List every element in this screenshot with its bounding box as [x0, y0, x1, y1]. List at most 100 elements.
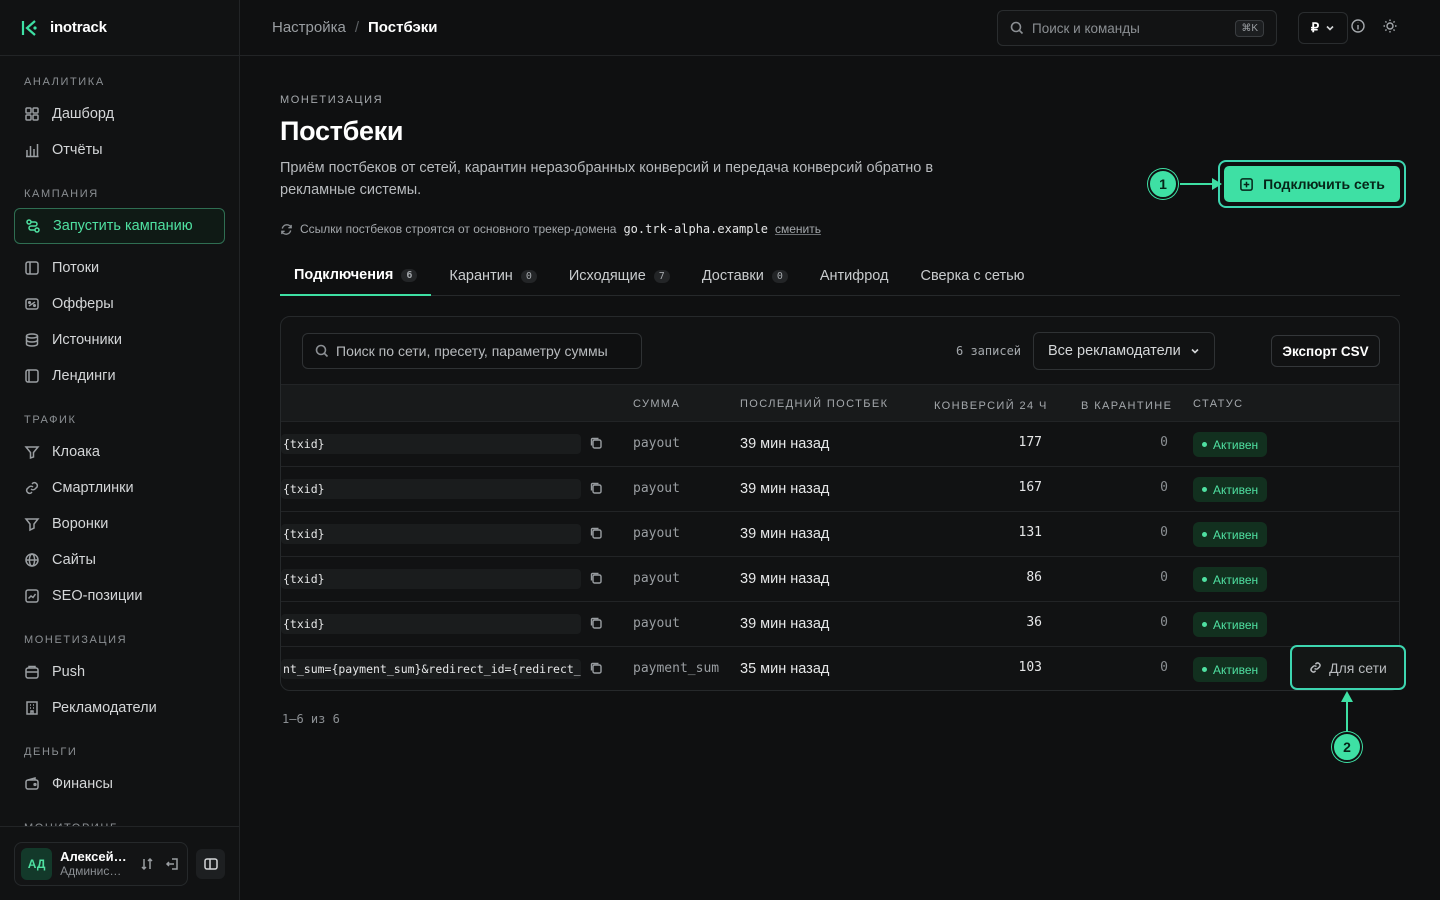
tab-reconciliation[interactable]: Сверка с сетью — [906, 256, 1038, 296]
status-badge: Активен — [1193, 432, 1268, 457]
column-status[interactable]: СТАТУС — [1193, 398, 1243, 410]
table-row[interactable]: {txid} payout 39 мин назад 36 0 Активен — [281, 602, 1399, 647]
conversions-24h: 131 — [1018, 525, 1042, 540]
command-search[interactable]: Поиск и команды ⌘K — [997, 10, 1277, 46]
status-badge: Активен — [1193, 657, 1268, 682]
table-row[interactable]: nt_sum={payment_sum}&redirect_id={redire… — [281, 647, 1399, 690]
page-title: Постбеки — [280, 116, 404, 146]
tab-count: 0 — [771, 269, 788, 283]
copy-icon[interactable] — [589, 526, 605, 542]
sidebar-item-finance[interactable]: Финансы — [14, 766, 225, 802]
sum-param: payout — [633, 526, 680, 541]
tab-count: 0 — [520, 269, 537, 283]
column-last-postback[interactable]: ПОСЛЕДНИЙ ПОСТБЕК — [740, 398, 888, 410]
last-postback: 35 мин назад — [740, 661, 830, 677]
table-search-placeholder: Поиск по сети, пресету, параметру суммы — [336, 343, 608, 359]
postback-url: nt_sum={payment_sum}&redirect_id={redire… — [281, 659, 581, 679]
breadcrumb-parent[interactable]: Настройка — [272, 19, 346, 36]
copy-icon[interactable] — [589, 571, 605, 587]
export-csv-button[interactable]: Экспорт CSV — [1271, 335, 1380, 367]
switch-account-icon[interactable] — [138, 855, 155, 873]
domain-note: Ссылки постбеков строятся от основного т… — [280, 222, 821, 236]
sidebar-item-funnels[interactable]: Воронки — [14, 506, 225, 542]
copy-icon[interactable] — [589, 436, 605, 452]
sidebar-item-label: Офферы — [52, 296, 114, 312]
change-domain-link[interactable]: сменить — [775, 222, 821, 236]
tracker-domain: go.trk-alpha.example — [623, 222, 768, 236]
shortcut-badge: ⌘K — [1235, 19, 1264, 37]
tab-count: 7 — [653, 269, 670, 283]
postback-url: {txid} — [281, 569, 581, 589]
column-quarantine[interactable]: В КАРАНТИНЕ — [1081, 400, 1172, 412]
sidebar-item-streams[interactable]: Потоки — [14, 250, 225, 286]
table-row[interactable]: {txid} payout 39 мин назад 167 0 Активен — [281, 467, 1399, 512]
postback-url: {txid} — [281, 524, 581, 544]
sidebar-item-dashboard[interactable]: Дашборд — [14, 96, 225, 132]
connect-network-button[interactable]: Подключить сеть — [1224, 166, 1400, 202]
sidebar-item-label: Запустить кампанию — [53, 218, 193, 234]
sidebar-item-reports[interactable]: Отчёты — [14, 132, 225, 168]
sidebar-item-cloak[interactable]: Клоака — [14, 434, 225, 470]
conversions-24h: 86 — [1026, 570, 1042, 585]
annotation-marker-1: 1 — [1148, 169, 1178, 199]
postback-url: {txid} — [281, 434, 581, 454]
toggle-sidebar-button[interactable] — [196, 848, 225, 879]
column-conversions[interactable]: КОНВЕРСИЙ 24 Ч — [934, 400, 1048, 412]
last-postback: 39 мин назад — [740, 481, 830, 497]
tab-quarantine[interactable]: Карантин 0 — [435, 256, 550, 296]
sidebar-item-offers[interactable]: Офферы — [14, 286, 225, 322]
brand[interactable]: inotrack — [0, 0, 239, 56]
sum-param: payout — [633, 481, 680, 496]
currency-select[interactable]: ₽ — [1298, 12, 1348, 44]
for-network-button[interactable]: Для сети — [1290, 645, 1406, 690]
tab-outgoing[interactable]: Исходящие 7 — [555, 256, 684, 296]
tab-label: Сверка с сетью — [920, 268, 1025, 284]
copy-icon[interactable] — [589, 616, 605, 632]
copy-icon[interactable] — [589, 481, 605, 497]
status-label: Активен — [1213, 662, 1259, 677]
status-dot-icon — [1202, 532, 1207, 537]
sidebar-item-sites[interactable]: Сайты — [14, 542, 225, 578]
logout-icon[interactable] — [164, 855, 181, 873]
funnel-icon — [24, 518, 40, 532]
quarantine-count: 0 — [1160, 660, 1168, 675]
sidebar-item-sources[interactable]: Источники — [14, 322, 225, 358]
table-row[interactable]: {txid} payout 39 мин назад 131 0 Активен — [281, 512, 1399, 557]
sidebar-item-advertisers[interactable]: Рекламодатели — [14, 690, 225, 726]
sum-param: payout — [633, 436, 680, 451]
conversions-24h: 36 — [1026, 615, 1042, 630]
status-dot-icon — [1202, 577, 1207, 582]
info-icon[interactable] — [1350, 18, 1370, 38]
user-card[interactable]: АД Алексей… Админис… — [14, 841, 188, 886]
table-search-input[interactable]: Поиск по сети, пресету, параметру суммы — [302, 333, 642, 369]
user-role: Админис… — [60, 864, 122, 879]
logo-icon — [21, 19, 37, 36]
reports-icon — [26, 144, 39, 158]
column-sum[interactable]: СУММА — [633, 398, 680, 410]
status-badge: Активен — [1193, 567, 1268, 592]
filter-icon — [24, 446, 40, 460]
search-icon — [1010, 21, 1024, 35]
last-postback: 39 мин назад — [740, 616, 830, 632]
table-row[interactable]: {txid} payout 39 мин назад 177 0 Активен — [281, 422, 1399, 467]
tab-deliveries[interactable]: Доставки 0 — [688, 256, 802, 296]
sidebar-item-smartlinks[interactable]: Смартлинки — [14, 470, 225, 506]
tab-antifraud[interactable]: Антифрод — [806, 256, 903, 296]
copy-icon[interactable] — [589, 661, 605, 677]
postback-url: {txid} — [281, 614, 581, 634]
tab-label: Подключения — [294, 267, 394, 283]
nav-section-title: КАМПАНИЯ — [24, 188, 99, 200]
sidebar-item-landings[interactable]: Лендинги — [14, 358, 225, 394]
advertiser-filter-select[interactable]: Все рекламодатели — [1033, 332, 1215, 370]
sidebar-item-push[interactable]: Push — [14, 654, 225, 690]
arrow-up-annotation — [1341, 691, 1353, 732]
status-label: Активен — [1213, 617, 1259, 632]
theme-sun-icon[interactable] — [1382, 18, 1402, 38]
sidebar-item-seo[interactable]: SEO-позиции — [14, 578, 225, 614]
table-row[interactable]: {txid} payout 39 мин назад 86 0 Активен — [281, 557, 1399, 602]
push-icon — [25, 665, 39, 679]
globe-icon — [25, 553, 39, 567]
tab-connections[interactable]: Подключения 6 — [280, 256, 432, 296]
sidebar-panel-icon — [203, 857, 218, 870]
sidebar-item-launch-campaign[interactable]: Запустить кампанию — [14, 208, 225, 244]
